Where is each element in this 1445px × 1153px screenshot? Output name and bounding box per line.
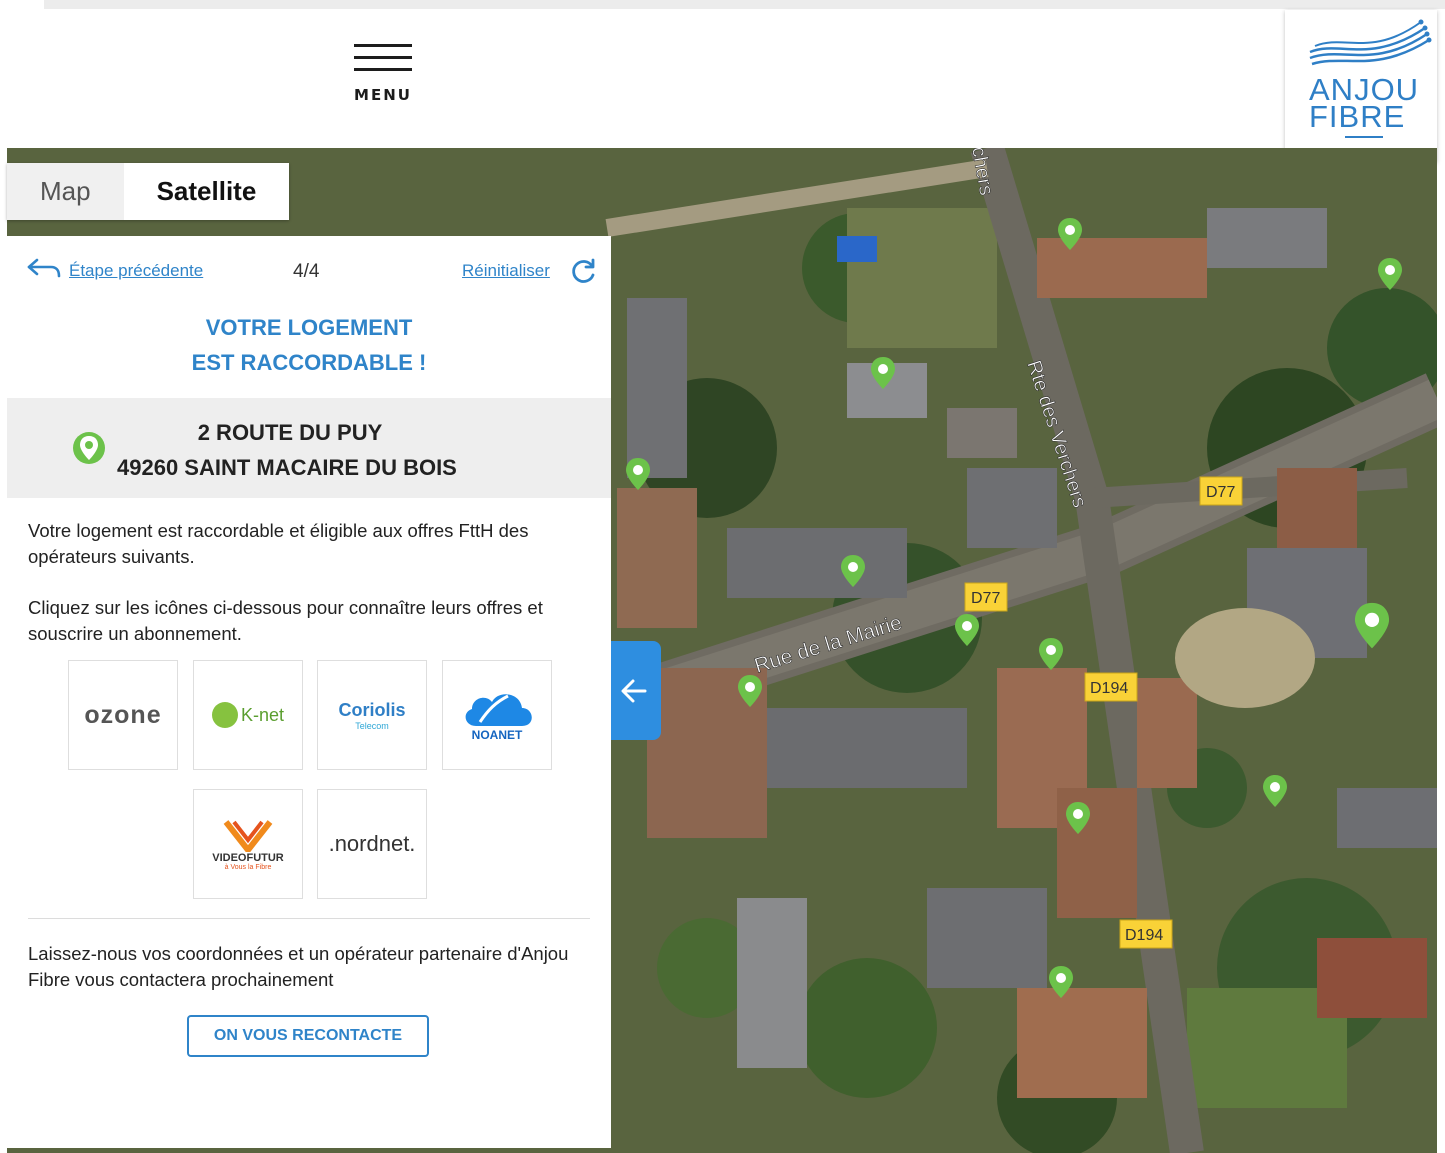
map-marker-icon[interactable] [1047,964,1075,1002]
videofutur-logo: VIDEOFUTUR [212,851,284,864]
map-marker-icon[interactable] [1064,800,1092,838]
title-line2: EST RACCORDABLE ! [191,350,427,375]
map-marker-icon[interactable] [869,355,897,393]
map-marker-icon[interactable] [624,456,652,494]
nordnet-logo: .nordnet. [328,831,416,856]
knet-logo: K-net [240,704,285,725]
road-badge-text: D194 [1125,927,1163,944]
map-marker-icon[interactable] [1037,636,1065,674]
map-marker-icon[interactable] [1056,216,1084,254]
noanet-logo: NOANET [471,728,523,742]
coriolis-subtitle: Telecom [355,720,389,731]
hamburger-icon [354,44,412,47]
arrow-left-icon [621,679,647,703]
operator-noanet[interactable]: NOANET [442,660,552,770]
panel-nav: Étape précédente 4/4 Réinitialiser [7,254,611,290]
eligibility-title: VOTRE LOGEMENT EST RACCORDABLE ! [7,310,611,380]
contact-text: Laissez-nous vos coordonnées et un opéra… [28,943,569,990]
title-line1: VOTRE LOGEMENT [205,315,413,340]
previous-step-link[interactable]: Étape précédente [69,261,203,281]
knet-logo-icon [211,702,238,728]
road-badge-text: D77 [1206,484,1235,501]
reload-icon[interactable] [570,257,598,285]
operator-coriolis[interactable]: Coriolis Telecom [317,660,427,770]
map-marker-icon[interactable] [953,612,981,650]
divider [28,918,590,919]
map-type-satellite[interactable]: Satellite [124,163,290,220]
address-line1: 2 ROUTE DU PUY [197,420,383,445]
anjou-fibre-logo[interactable]: ANJOU FIBRE [1285,10,1437,162]
fiber-waves-icon [1309,19,1432,66]
menu-button[interactable]: MENU [345,44,421,114]
road-badge-d77: D77 [1199,476,1243,506]
map-marker-icon[interactable] [1261,773,1289,811]
coriolis-logo: Coriolis [338,699,406,720]
step-indicator: 4/4 [293,261,320,282]
road-badge-d194: D194 [1084,672,1138,702]
collapse-panel-button[interactable] [611,641,661,740]
videofutur-v-icon [223,819,273,852]
address-line2: 49260 SAINT MACAIRE DU BOIS [117,455,457,480]
map-type-toggle: Map Satellite [7,163,290,220]
address-box: 2 ROUTE DU PUY 49260 SAINT MACAIRE DU BO… [7,398,611,498]
operator-nordnet[interactable]: .nordnet. [317,789,427,899]
map-type-map[interactable]: Map [7,163,124,220]
map-marker-icon[interactable] [1352,600,1392,654]
road-badge-text: D77 [971,590,1000,607]
top-strip [44,0,1445,9]
videofutur-subtitle: à Vous la Fibre [224,863,272,871]
map-marker-icon[interactable] [1376,256,1404,294]
operator-knet[interactable]: K-net [193,660,303,770]
hamburger-icon [354,68,412,71]
operator-ozone[interactable]: ozone [68,660,178,770]
cloud-icon [465,694,532,726]
recontact-button[interactable]: ON VOUS RECONTACTE [187,1015,429,1057]
ozone-logo: ozone [84,700,162,729]
menu-label: MENU [354,86,412,104]
eligibility-panel: Étape précédente 4/4 Réinitialiser VOTRE… [7,236,611,1148]
eligibility-text: Votre logement est raccordable et éligib… [28,520,529,567]
map-marker-icon[interactable] [839,553,867,591]
hamburger-icon [354,56,412,59]
logo-underline [1345,136,1383,138]
reset-link[interactable]: Réinitialiser [462,261,550,281]
road-badge-d194: D194 [1119,919,1173,949]
back-arrow-icon[interactable] [25,256,61,282]
instructions-text: Cliquez sur les icônes ci-dessous pour c… [28,597,543,644]
logo-line2: FIBRE [1309,99,1406,134]
road-badge-d77: D77 [964,582,1008,612]
map-marker-icon[interactable] [736,673,764,711]
road-badge-text: D194 [1090,680,1128,697]
operator-videofutur[interactable]: VIDEOFUTUR à Vous la Fibre [193,789,303,899]
